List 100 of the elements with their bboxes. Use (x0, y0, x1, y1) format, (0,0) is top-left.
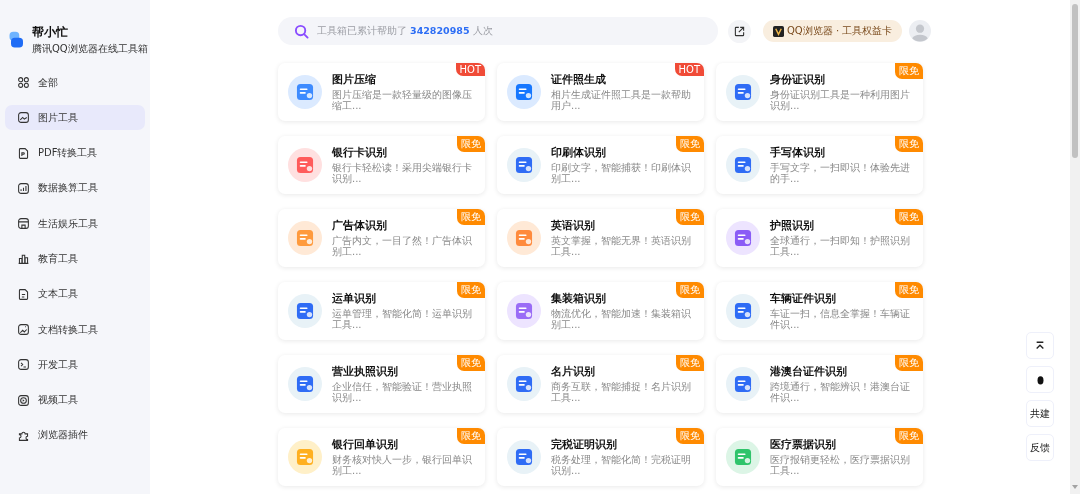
tool-title: 营业执照识别 (332, 364, 399, 379)
document-icon (17, 287, 30, 301)
sidebar-item[interactable]: 视频工具 (5, 387, 145, 413)
tool-badge: HOT (674, 63, 704, 76)
penguin-icon (1035, 374, 1045, 385)
sidebar-item[interactable]: 开发工具 (5, 352, 145, 378)
sidebar-item[interactable]: 文档转换工具 (5, 317, 145, 343)
tool-title: 银行卡识别 (332, 145, 388, 160)
tool-description: 印刷文字，智能捕获！印刷体识别工... (551, 161, 692, 185)
search-icon (294, 23, 309, 39)
tool-card[interactable]: 完税证明识别 税务处理，智能化简！完税证明识别... 限免 (497, 428, 704, 486)
tool-title: 证件照生成 (551, 72, 607, 87)
tool-title: 医疗票据识别 (770, 437, 837, 452)
tool-description: 税务处理，智能化简！完税证明识别... (551, 453, 692, 477)
tool-description: 车证一扫，信息全掌握！车辆证件识... (770, 307, 911, 331)
tool-badge: 限免 (676, 136, 704, 152)
tool-card[interactable]: 车辆证件识别 车证一扫，信息全掌握！车辆证件识... 限免 (716, 282, 923, 340)
sidebar-item[interactable]: 文本工具 (5, 281, 145, 307)
brand-tagline: 腾讯QQ浏览器在线工具箱 (32, 42, 148, 56)
tool-description: 医疗报销更轻松，医疗票据识别工具... (770, 453, 911, 477)
tool-badge: 限免 (676, 282, 704, 298)
terminal-icon (17, 358, 30, 372)
tool-description: 广告内文，一目了然！广告体识别工... (332, 234, 473, 258)
tool-badge: 限免 (895, 282, 923, 298)
tool-title: 广告体识别 (332, 218, 388, 233)
promo-button[interactable]: QQ浏览器 · 工具权益卡 (763, 20, 903, 42)
tool-title: 身份证识别 (770, 72, 826, 87)
tool-description: 身份证识别工具是一种利用图片识别... (770, 88, 911, 112)
tool-badge: 限免 (457, 209, 485, 225)
tool-description: 商务互联，智能捕捉！名片识别工具... (551, 380, 692, 404)
grid-icon (17, 76, 30, 89)
tool-card[interactable]: 名片识别 商务互联，智能捕捉！名片识别工具... 限免 (497, 355, 704, 413)
tool-badge: 限免 (457, 355, 485, 371)
tool-badge: 限免 (457, 136, 485, 152)
sidebar-item[interactable]: 图片工具 (5, 105, 145, 131)
sidebar-item[interactable]: 全部 (5, 70, 145, 95)
tool-card[interactable]: 运单识别 运单管理，智能化简！运单识别工具... 限免 (278, 282, 485, 340)
tool-title: 车辆证件识别 (770, 291, 837, 306)
sidebar-item[interactable]: 教育工具 (5, 246, 145, 272)
tool-description: 英文掌握，智能无界！英语识别工具... (551, 234, 692, 258)
tool-description: 相片生成证件照工具是一款帮助用户... (551, 88, 692, 112)
tool-title: 港澳台证件识别 (770, 364, 848, 379)
tool-badge: 限免 (895, 136, 923, 152)
pdf-file-icon (17, 146, 30, 160)
share-button[interactable] (728, 19, 751, 43)
tool-card[interactable]: 银行卡识别 银行卡轻松读！采用尖端银行卡识别... 限免 (278, 136, 485, 194)
back-to-top-icon (1035, 340, 1045, 351)
scrollbar[interactable] (1070, 0, 1080, 494)
tool-card[interactable]: 英语识别 英文掌握，智能无界！英语识别工具... 限免 (497, 209, 704, 267)
tool-card[interactable]: 图片压缩 图片压缩是一款轻量级的图像压缩工... HOT (278, 63, 485, 121)
v-logo-icon (773, 25, 784, 37)
tool-description: 运单管理，智能化简！运单识别工具... (332, 307, 473, 331)
tool-card[interactable]: 银行回单识别 财务核对快人一步，银行回单识别工... 限免 (278, 428, 485, 486)
tool-card[interactable]: 手写体识别 手写文字，一扫即识！体验先进的手... 限免 (716, 136, 923, 194)
back-to-top-button[interactable] (1026, 332, 1054, 359)
tool-description: 图片压缩是一款轻量级的图像压缩工... (332, 88, 473, 112)
tool-card[interactable]: 港澳台证件识别 跨境通行，智能辨识！港澳台证件识... 限免 (716, 355, 923, 413)
sidebar-item[interactable]: 浏览器插件 (5, 422, 145, 448)
tool-card[interactable]: 身份证识别 身份证识别工具是一种利用图片识别... 限免 (716, 63, 923, 121)
tool-badge: 限免 (457, 282, 485, 298)
share-icon (734, 25, 745, 37)
tool-badge: 限免 (895, 428, 923, 444)
brand-name: 帮小忙 (32, 24, 69, 41)
shop-icon (17, 217, 30, 231)
side-text-button[interactable]: 反馈 (1026, 434, 1054, 461)
tool-title: 图片压缩 (332, 72, 377, 87)
tool-badge: 限免 (676, 209, 704, 225)
tool-title: 运单识别 (332, 291, 377, 306)
tool-badge: 限免 (895, 355, 923, 371)
tool-badge: 限免 (457, 428, 485, 444)
chart-icon (17, 181, 30, 195)
sidebar-item[interactable]: 生活娱乐工具 (5, 211, 145, 237)
tool-badge: HOT (455, 63, 485, 76)
tool-badge: 限免 (895, 63, 923, 79)
tool-badge: 限免 (895, 209, 923, 225)
tool-card[interactable]: 营业执照识别 企业信任，智能验证！营业执照识别... 限免 (278, 355, 485, 413)
logo-icon (8, 30, 26, 50)
tool-card[interactable]: 证件照生成 相片生成证件照工具是一款帮助用户... HOT (497, 63, 704, 121)
tool-title: 手写体识别 (770, 145, 826, 160)
tool-card[interactable]: 医疗票据识别 医疗报销更轻松，医疗票据识别工具... 限免 (716, 428, 923, 486)
tool-description: 企业信任，智能验证！营业执照识别... (332, 380, 473, 404)
side-text-button[interactable]: 共建 (1026, 400, 1054, 427)
tool-card[interactable]: 护照识别 全球通行，一扫即知！护照识别工具... 限免 (716, 209, 923, 267)
tool-card[interactable]: 印刷体识别 印刷文字，智能捕获！印刷体识别工... 限免 (497, 136, 704, 194)
sidebar-item[interactable]: 数据换算工具 (5, 175, 145, 201)
tool-title: 英语识别 (551, 218, 596, 233)
search-placeholder: 工具箱已累计帮助了 342820985 人次 (317, 24, 493, 38)
tool-description: 财务核对快人一步，银行回单识别工... (332, 453, 473, 477)
tool-card[interactable]: 集装箱识别 物流优化，智能加速！集装箱识别工... 限免 (497, 282, 704, 340)
tool-description: 手写文字，一扫即识！体验先进的手... (770, 161, 911, 185)
tool-title: 护照识别 (770, 218, 815, 233)
tool-card[interactable]: 广告体识别 广告内文，一目了然！广告体识别工... 限免 (278, 209, 485, 267)
tool-title: 完税证明识别 (551, 437, 618, 452)
sidebar-item[interactable]: PDF转换工具 (5, 140, 145, 166)
tool-description: 银行卡轻松读！采用尖端银行卡识别... (332, 161, 473, 185)
search-field[interactable]: 工具箱已累计帮助了 342820985 人次 (278, 17, 718, 45)
penguin-button[interactable] (1026, 366, 1054, 393)
tool-title: 集装箱识别 (551, 291, 607, 306)
file-image-icon (17, 323, 30, 337)
play-icon (17, 393, 30, 407)
